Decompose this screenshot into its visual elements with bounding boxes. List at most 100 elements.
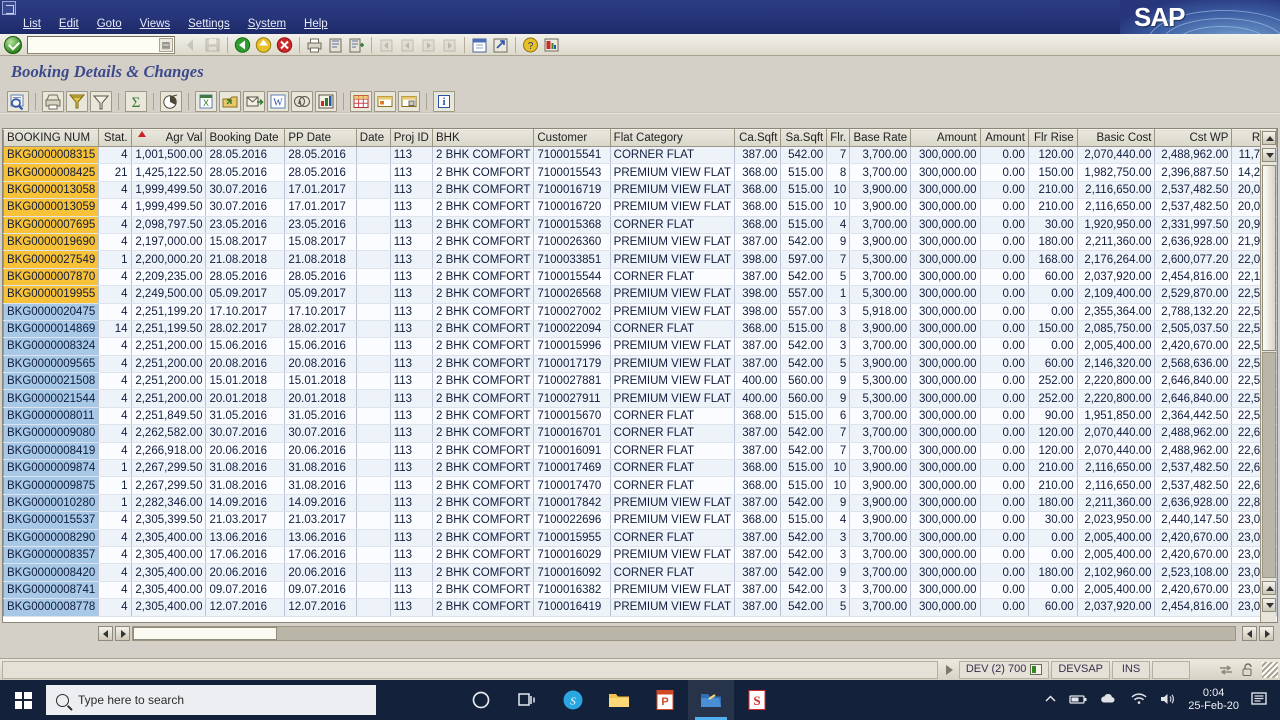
export-local-file-icon[interactable]: [219, 90, 241, 112]
table-cell[interactable]: 150.00: [1028, 163, 1078, 182]
menu-item-views[interactable]: Views: [131, 16, 179, 33]
table-cell[interactable]: 2 BHK COMFORT: [432, 459, 535, 478]
table-cell[interactable]: 1,999,499.50: [131, 198, 207, 217]
table-cell[interactable]: 0.00: [980, 389, 1029, 408]
table-cell[interactable]: 300,000.00: [910, 511, 981, 530]
table-cell[interactable]: 2,505,037.50: [1154, 320, 1233, 339]
table-cell[interactable]: 113: [390, 303, 434, 321]
table-cell[interactable]: 113: [390, 529, 434, 547]
table-cell[interactable]: 7100015996: [533, 337, 611, 356]
table-cell[interactable]: 2,488,962.00: [1154, 146, 1233, 165]
table-cell[interactable]: 0.00: [1028, 285, 1078, 304]
table-cell[interactable]: 2,085,750.00: [1077, 320, 1156, 339]
table-cell[interactable]: 2,005,400.00: [1077, 581, 1156, 600]
table-cell[interactable]: PREMIUM VIEW FLAT: [610, 198, 736, 217]
table-cell[interactable]: 17.01.2017: [284, 181, 357, 200]
table-cell[interactable]: 560.00: [780, 372, 828, 391]
booking-number-cell[interactable]: BKG0000008741: [3, 580, 100, 600]
table-cell[interactable]: 28.05.2016: [284, 268, 357, 287]
table-cell[interactable]: 7: [826, 424, 851, 443]
table-cell[interactable]: 2,116,650.00: [1077, 459, 1156, 478]
table-cell[interactable]: 7100015544: [533, 268, 611, 287]
details-magnifier-icon[interactable]: [7, 90, 29, 112]
table-cell[interactable]: [356, 529, 391, 547]
table-cell[interactable]: 398.00: [734, 303, 782, 321]
table-row[interactable]: BKG0000021544 4 2,251,200.00 20.01.2018 20.0…: [3, 389, 1277, 408]
table-cell[interactable]: 113: [390, 563, 434, 582]
table-cell[interactable]: [356, 303, 391, 321]
table-cell[interactable]: 4: [98, 407, 132, 426]
table-cell[interactable]: 15.08.2017: [284, 233, 357, 252]
table-cell[interactable]: 2 BHK COMFORT: [432, 546, 535, 565]
table-cell[interactable]: 2,420,670.00: [1154, 337, 1233, 356]
scrollbar-track[interactable]: [1262, 352, 1276, 578]
table-cell[interactable]: 4: [98, 546, 132, 565]
table-cell[interactable]: 542.00: [780, 529, 828, 547]
table-cell[interactable]: 542.00: [780, 546, 828, 565]
table-cell[interactable]: 7100015670: [533, 407, 611, 426]
table-cell[interactable]: 3,900.00: [849, 320, 912, 339]
table-cell[interactable]: 21.03.2017: [205, 511, 286, 530]
table-cell[interactable]: 542.00: [780, 494, 828, 513]
table-cell[interactable]: 05.09.2017: [284, 285, 357, 304]
table-cell[interactable]: 113: [390, 459, 434, 478]
booking-number-cell[interactable]: BKG0000013059: [3, 198, 100, 217]
table-cell[interactable]: 4: [98, 216, 132, 234]
table-cell[interactable]: 300,000.00: [910, 424, 981, 443]
table-cell[interactable]: 542.00: [780, 563, 828, 582]
table-cell[interactable]: 3,700.00: [849, 529, 912, 547]
table-cell[interactable]: 2 BHK COMFORT: [432, 320, 535, 339]
table-cell[interactable]: 4: [98, 389, 132, 408]
table-cell[interactable]: 7100015543: [533, 163, 611, 182]
table-row[interactable]: BKG0000008741 4 2,305,400.00 09.07.2016 09.0…: [3, 580, 1277, 600]
table-cell[interactable]: 113: [390, 407, 434, 426]
table-cell[interactable]: 180.00: [1028, 494, 1078, 513]
table-cell[interactable]: 300,000.00: [910, 303, 981, 321]
table-cell[interactable]: 2,488,962.00: [1154, 442, 1233, 461]
table-cell[interactable]: 2,331,997.50: [1154, 216, 1233, 234]
task-view-icon[interactable]: [504, 680, 550, 720]
table-cell[interactable]: 30.00: [1028, 511, 1078, 530]
table-cell[interactable]: 28.05.2016: [284, 163, 357, 182]
scroll-down-button[interactable]: [1262, 148, 1276, 162]
table-cell[interactable]: 2,211,360.00: [1077, 233, 1156, 252]
table-cell[interactable]: 0.00: [980, 146, 1029, 165]
table-cell[interactable]: 0.00: [980, 303, 1029, 321]
exit-yellow-icon[interactable]: [254, 36, 273, 54]
table-cell[interactable]: 1: [826, 285, 851, 304]
volume-icon[interactable]: [1159, 692, 1177, 709]
table-cell[interactable]: 20.06.2016: [205, 563, 286, 582]
table-cell[interactable]: [356, 372, 391, 391]
table-cell[interactable]: 3,900.00: [849, 233, 912, 252]
booking-number-cell[interactable]: BKG0000009874: [3, 459, 100, 478]
table-cell[interactable]: 2 BHK COMFORT: [432, 372, 535, 391]
table-cell[interactable]: 2,305,400.00: [131, 529, 207, 547]
table-cell[interactable]: 4: [98, 581, 132, 600]
table-cell[interactable]: 515.00: [780, 476, 828, 495]
table-cell[interactable]: 0.00: [980, 459, 1029, 478]
table-cell[interactable]: 3: [826, 546, 851, 565]
table-cell[interactable]: 113: [390, 198, 434, 217]
table-cell[interactable]: [356, 494, 391, 513]
table-cell[interactable]: 2,266,918.00: [131, 442, 207, 461]
table-cell[interactable]: 7: [826, 442, 851, 461]
table-row[interactable]: BKG0000020475 4 2,251,199.20 17.10.2017 17.1…: [3, 302, 1277, 321]
new-session-icon[interactable]: [470, 36, 489, 54]
table-cell[interactable]: 2,396,887.50: [1154, 163, 1233, 182]
table-cell[interactable]: 113: [390, 250, 434, 269]
table-cell[interactable]: 23.05.2016: [205, 216, 286, 234]
table-cell[interactable]: 113: [390, 268, 434, 287]
notifications-icon[interactable]: [1250, 690, 1270, 710]
table-cell[interactable]: 8: [826, 163, 851, 182]
back-green-icon[interactable]: [233, 36, 252, 54]
table-cell[interactable]: 2,636,928.00: [1154, 494, 1233, 513]
table-cell[interactable]: 0.00: [980, 181, 1029, 200]
table-cell[interactable]: 28.02.2017: [284, 320, 357, 339]
table-row[interactable]: BKG0000008425 21 1,425,122.50 28.05.2016 28.…: [3, 163, 1277, 182]
table-cell[interactable]: 7100015541: [533, 146, 611, 165]
table-cell[interactable]: 13.06.2016: [205, 529, 286, 547]
table-cell[interactable]: 2,005,400.00: [1077, 337, 1156, 356]
table-cell[interactable]: 0.00: [980, 598, 1029, 617]
table-cell[interactable]: 2,037,920.00: [1077, 598, 1156, 617]
table-cell[interactable]: 3,900.00: [849, 198, 912, 217]
